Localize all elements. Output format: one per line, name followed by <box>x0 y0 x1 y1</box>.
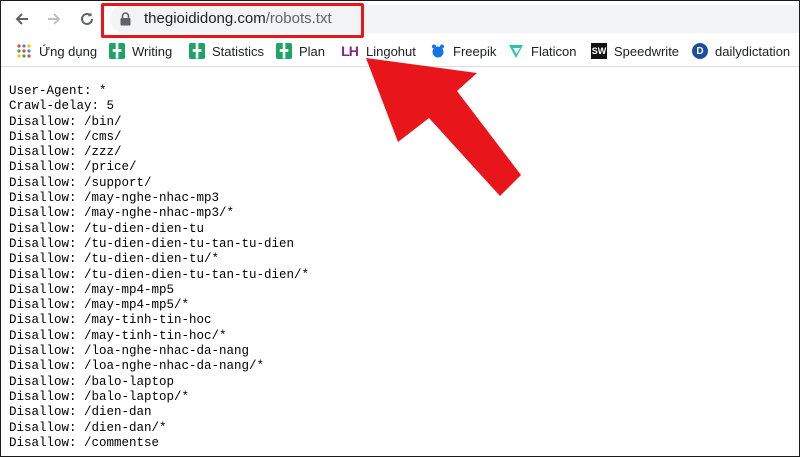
annotation-arrow <box>366 58 521 196</box>
